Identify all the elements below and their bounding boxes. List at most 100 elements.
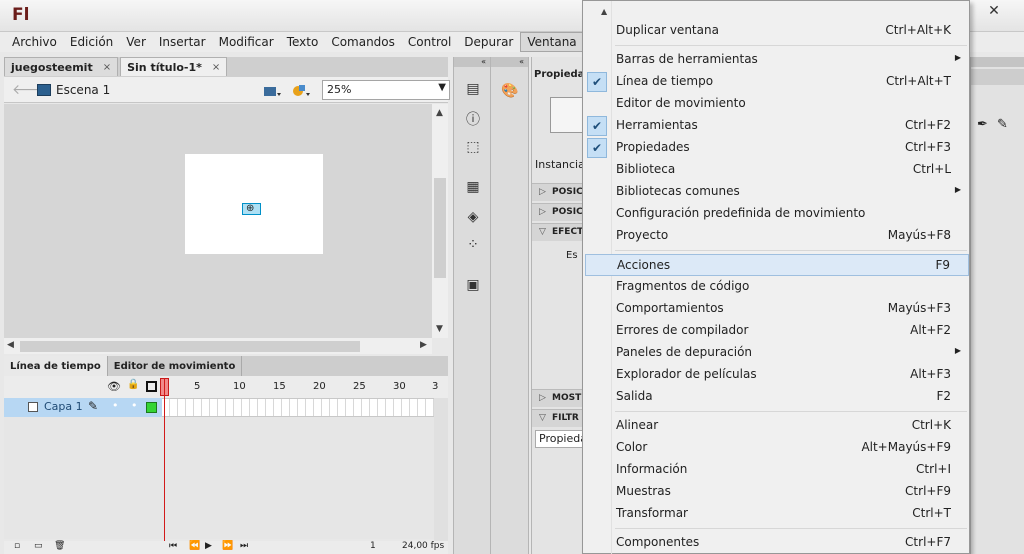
fps-value[interactable]: 24,00 fps bbox=[402, 541, 444, 551]
prev-frame-icon[interactable]: ⏪ bbox=[189, 541, 200, 551]
menu-comandos[interactable]: Comandos bbox=[325, 32, 401, 52]
brush-tool-icon[interactable]: ✎ bbox=[997, 117, 1008, 132]
scroll-thumb[interactable] bbox=[434, 178, 446, 278]
menu-item-color[interactable]: Color Alt+Mayús+F9 bbox=[585, 437, 969, 459]
edit-symbols-icon[interactable] bbox=[292, 82, 310, 98]
menu-item-salida[interactable]: Salida F2 bbox=[585, 386, 969, 408]
artboard[interactable]: ⊕ bbox=[185, 154, 323, 254]
section-posicion-3d[interactable]: ▷ POSIC bbox=[532, 203, 586, 221]
menu-item-paneles-de-depuracion[interactable]: Paneles de depuración ▶ bbox=[585, 342, 969, 364]
menu-item-componentes[interactable]: Componentes Ctrl+F7 bbox=[585, 532, 969, 554]
collapse-icon[interactable]: « bbox=[454, 57, 490, 67]
menu-texto[interactable]: Texto bbox=[281, 32, 325, 52]
tab-linea-de-tiempo[interactable]: Línea de tiempo bbox=[4, 356, 108, 376]
color-palette-icon[interactable]: 🎨 bbox=[500, 81, 520, 101]
menu-item-alinear[interactable]: Alinear Ctrl+K bbox=[585, 415, 969, 437]
scroll-left-icon[interactable]: ◀ bbox=[7, 340, 14, 350]
menu-depurar[interactable]: Depurar bbox=[458, 32, 519, 52]
frame-strip[interactable] bbox=[162, 398, 434, 417]
eye-icon[interactable]: 👁 bbox=[107, 380, 121, 393]
outline-icon[interactable] bbox=[146, 381, 157, 392]
align-icon[interactable]: ▤ bbox=[463, 79, 483, 99]
lock-dot-icon[interactable]: • bbox=[131, 399, 138, 412]
menu-insertar[interactable]: Insertar bbox=[153, 32, 212, 52]
motion-presets-icon[interactable]: ⁘ bbox=[463, 235, 483, 255]
doc-tab-juegosteemit[interactable]: juegosteemit × bbox=[4, 57, 119, 76]
close-icon[interactable]: × bbox=[212, 62, 220, 73]
section-posicion[interactable]: ▷ POSIC bbox=[532, 183, 586, 201]
next-frame-icon[interactable]: ⏩ bbox=[222, 541, 233, 551]
zoom-select[interactable]: 25% ▼ bbox=[322, 80, 450, 100]
menu-item-explorador-de-peliculas[interactable]: Explorador de películas Alt+F3 bbox=[585, 364, 969, 386]
outline-color-icon[interactable] bbox=[146, 402, 157, 413]
scroll-up-icon[interactable]: ▲ bbox=[601, 7, 607, 16]
movie-explorer-icon[interactable]: ▣ bbox=[463, 275, 483, 295]
lock-icon[interactable]: 🔒 bbox=[127, 379, 139, 390]
menu-control[interactable]: Control bbox=[402, 32, 457, 52]
timeline-scrollbar[interactable] bbox=[434, 398, 448, 542]
menu-ventana[interactable]: Ventana bbox=[520, 32, 584, 52]
tab-propiedades[interactable]: Propieda bbox=[534, 69, 584, 80]
menu-item-bibliotecas-comunes[interactable]: Bibliotecas comunes ▶ bbox=[585, 181, 969, 203]
transform-icon[interactable]: ⬚ bbox=[463, 137, 483, 157]
collapse-icon[interactable]: « bbox=[491, 57, 528, 67]
scroll-down-icon[interactable]: ▼ bbox=[436, 324, 443, 334]
new-layer-icon[interactable]: ▫ bbox=[14, 541, 20, 551]
menu-item-proyecto[interactable]: Proyecto Mayús+F8 bbox=[585, 225, 969, 247]
layer-name[interactable]: Capa 1 bbox=[44, 400, 83, 413]
menu-item-label: Acciones bbox=[617, 258, 671, 272]
frame-ruler[interactable]: 5 10 15 20 25 30 3 bbox=[164, 376, 438, 398]
filter-property-field[interactable]: Propieda bbox=[535, 430, 587, 448]
menu-item-informacion[interactable]: Información Ctrl+I bbox=[585, 459, 969, 481]
scroll-thumb[interactable] bbox=[20, 341, 360, 352]
menu-item-shortcut: F2 bbox=[936, 389, 951, 403]
menu-item-label: Bibliotecas comunes bbox=[616, 184, 740, 198]
section-filtros[interactable]: ▽ FILTR bbox=[532, 409, 586, 427]
menu-item-biblioteca[interactable]: Biblioteca Ctrl+L bbox=[585, 159, 969, 181]
menu-item-comportamientos[interactable]: Comportamientos Mayús+F3 bbox=[585, 298, 969, 320]
menu-item-label: Herramientas bbox=[616, 118, 698, 132]
scroll-right-icon[interactable]: ▶ bbox=[420, 340, 427, 350]
menu-item-propiedades[interactable]: ✔ Propiedades Ctrl+F3 bbox=[585, 137, 969, 159]
stage-horizontal-scrollbar[interactable]: ◀ ▶ bbox=[4, 338, 432, 354]
menu-item-editor-de-movimiento[interactable]: Editor de movimiento bbox=[585, 93, 969, 115]
actions-icon[interactable]: ▦ bbox=[463, 177, 483, 197]
visibility-dot-icon[interactable]: • bbox=[112, 399, 119, 412]
doc-tab-sin-titulo[interactable]: Sin título-1* × bbox=[120, 57, 228, 76]
delete-icon[interactable]: 🗑 bbox=[54, 541, 65, 551]
section-efecto[interactable]: ▽ EFECT bbox=[532, 223, 586, 241]
play-icon[interactable]: ▶ bbox=[205, 541, 212, 551]
info-icon[interactable]: ⓘ bbox=[463, 109, 483, 129]
first-frame-icon[interactable]: ⏮ bbox=[169, 541, 177, 551]
window-close-button[interactable]: ✕ bbox=[970, 0, 1018, 22]
menu-item-configuracion-predefinida[interactable]: Configuración predefinida de movimiento bbox=[585, 203, 969, 225]
new-folder-icon[interactable]: ▭ bbox=[34, 541, 43, 551]
layer-row[interactable]: Capa 1 ✎ • • bbox=[4, 398, 162, 417]
menu-item-label: Biblioteca bbox=[616, 162, 676, 176]
menu-item-barras-de-herramientas[interactable]: Barras de herramientas ▶ bbox=[585, 49, 969, 71]
menu-item-duplicar-ventana[interactable]: Duplicar ventana Ctrl+Alt+K bbox=[585, 20, 969, 42]
selected-symbol[interactable]: ⊕ bbox=[242, 203, 261, 215]
menu-item-errores-de-compilador[interactable]: Errores de compilador Alt+F2 bbox=[585, 320, 969, 342]
collapse-bar[interactable] bbox=[971, 57, 1024, 67]
scroll-up-icon[interactable]: ▲ bbox=[436, 108, 443, 118]
menu-item-linea-de-tiempo[interactable]: ✔ Línea de tiempo Ctrl+Alt+T bbox=[585, 71, 969, 93]
close-icon[interactable]: × bbox=[103, 62, 111, 73]
menu-item-transformar[interactable]: Transformar Ctrl+T bbox=[585, 503, 969, 525]
menu-item-acciones[interactable]: Acciones F9 bbox=[585, 254, 969, 276]
menu-item-muestras[interactable]: Muestras Ctrl+F9 bbox=[585, 481, 969, 503]
menu-ver[interactable]: Ver bbox=[120, 32, 152, 52]
tab-editor-de-movimiento[interactable]: Editor de movimiento bbox=[108, 356, 243, 376]
menu-archivo[interactable]: Archivo bbox=[6, 32, 63, 52]
edit-scene-icon[interactable] bbox=[263, 82, 281, 98]
last-frame-icon[interactable]: ⏭ bbox=[240, 541, 248, 551]
stage-area[interactable]: ⊕ bbox=[4, 104, 432, 338]
section-mostrar[interactable]: ▷ MOST bbox=[532, 389, 586, 407]
pen-tool-icon[interactable]: ✒ bbox=[977, 117, 988, 132]
stage-vertical-scrollbar[interactable]: ▲ ▼ bbox=[432, 104, 448, 338]
menu-modificar[interactable]: Modificar bbox=[213, 32, 280, 52]
menu-item-fragmentos-de-codigo[interactable]: Fragmentos de código bbox=[585, 276, 969, 298]
menu-edicion[interactable]: Edición bbox=[64, 32, 119, 52]
menu-item-herramientas[interactable]: ✔ Herramientas Ctrl+F2 bbox=[585, 115, 969, 137]
components-icon[interactable]: ◈ bbox=[463, 207, 483, 227]
